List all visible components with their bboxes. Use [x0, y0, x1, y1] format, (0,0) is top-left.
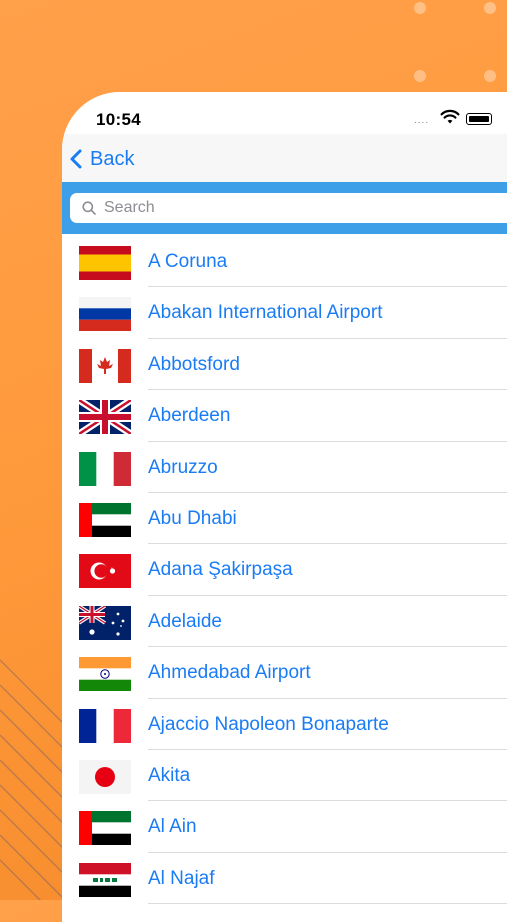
city-name: Al Ain [148, 816, 197, 838]
japan-flag-icon [79, 759, 131, 794]
canada-flag-icon [79, 348, 131, 383]
signal-icon: .... [414, 115, 430, 126]
city-name: Adana Şakirpaşa [148, 559, 293, 581]
navigation-bar: Back [62, 134, 507, 182]
decorative-stripes [0, 640, 70, 900]
decorative-dot [414, 70, 426, 82]
city-name: Ahmedabad Airport [148, 662, 311, 684]
search-placeholder: Search [104, 199, 155, 216]
wifi-icon [440, 109, 460, 124]
decorative-dot [484, 2, 496, 14]
list-item[interactable]: Abruzzo [62, 442, 507, 494]
list-item[interactable]: Aberdeen [62, 390, 507, 442]
list-item[interactable]: Al Ain [62, 801, 507, 854]
turkey-flag-icon [79, 554, 131, 589]
city-name: Ajaccio Napoleon Bonaparte [148, 713, 389, 735]
list-item[interactable]: Ajaccio Napoleon Bonaparte [62, 699, 507, 751]
city-name: Abbotsford [148, 353, 240, 375]
search-input[interactable]: Search [70, 193, 507, 223]
search-bar: Search [62, 182, 507, 234]
back-button[interactable]: Back [70, 146, 134, 172]
city-name: Adelaide [148, 610, 222, 632]
city-name: Akita [148, 764, 191, 786]
list-item[interactable]: A Coruna [62, 236, 507, 288]
list-item[interactable]: Adelaide [62, 596, 507, 648]
city-name: Abu Dhabi [148, 507, 237, 529]
chevron-left-icon [70, 149, 82, 169]
iraq-flag-icon [79, 862, 131, 897]
list-item[interactable]: Abbotsford [62, 339, 507, 391]
city-name: A Coruna [148, 251, 228, 272]
list-item[interactable]: Abakan International Airport [62, 287, 507, 340]
city-name: Al Najaf [148, 867, 215, 889]
decorative-dot [414, 2, 426, 14]
spain-flag-icon [79, 246, 131, 280]
list-item[interactable]: Abu Dhabi [62, 493, 507, 545]
list-item[interactable]: Al Najaf [62, 853, 507, 905]
city-name: Abruzzo [148, 456, 218, 478]
city-name: Abakan International Airport [148, 302, 383, 324]
uae-flag-icon [79, 502, 131, 537]
uk-flag-icon [79, 400, 131, 435]
status-time: 10:54 [96, 110, 141, 129]
australia-flag-icon [79, 605, 131, 640]
city-name: Aberdeen [148, 405, 231, 427]
battery-icon [466, 113, 492, 125]
russia-flag-icon [79, 297, 131, 332]
list-item[interactable]: Adana Şakirpaşa [62, 544, 507, 597]
india-flag-icon [79, 657, 131, 692]
decorative-dot [484, 70, 496, 82]
italy-flag-icon [79, 451, 131, 486]
back-label: Back [90, 147, 135, 170]
list-item[interactable]: Ahmedabad Airport [62, 647, 507, 699]
france-flag-icon [79, 708, 131, 743]
city-list: A Coruna Abakan International Airport Ab… [62, 236, 507, 905]
phone-screen: 10:54 .... Back Search A Coruna Abakan I… [62, 92, 507, 922]
uae-flag-icon [79, 811, 131, 846]
status-bar: 10:54 .... [62, 92, 507, 134]
list-item[interactable]: Akita [62, 750, 507, 802]
search-icon [82, 201, 96, 215]
